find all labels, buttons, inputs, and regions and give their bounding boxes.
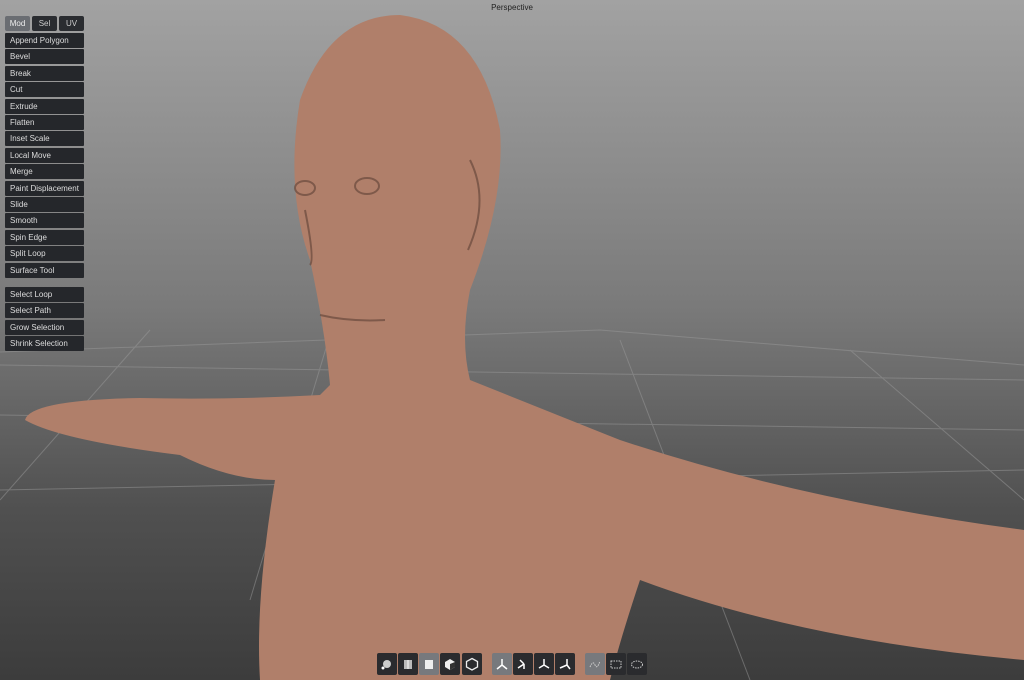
face-mode-icon [425,660,433,669]
tool-select-loop-button[interactable]: Select Loop [5,287,84,302]
screen-axis-button[interactable] [555,653,575,675]
local-axis-button[interactable] [513,653,533,675]
normal-axis-icon [538,659,550,669]
vertex-mode-icon [381,660,391,670]
viewport-title: Perspective [491,3,533,12]
tab-uv[interactable]: UV [59,16,84,31]
local-axis-icon [517,659,525,669]
tool-shrink-selection-button[interactable]: Shrink Selection [5,336,84,352]
tool-break-button[interactable]: Break [5,65,84,81]
rect-select-button[interactable] [606,653,626,675]
normal-axis-button[interactable] [534,653,554,675]
tool-flatten-button[interactable]: Flatten [5,115,84,130]
tool-slide-button[interactable]: Slide [5,197,84,212]
world-axis-icon [496,659,508,670]
object-mode-button[interactable] [440,653,460,675]
edge-mode-button[interactable] [398,653,418,675]
tool-smooth-button[interactable]: Smooth [5,213,84,229]
viewport-3d[interactable] [0,0,1024,680]
tool-surface-tool-button[interactable]: Surface Tool [5,262,84,278]
lasso-select-button[interactable] [585,653,605,675]
object-mode-icon [445,659,455,670]
tab-sel[interactable]: Sel [32,16,57,31]
tool-split-loop-button[interactable]: Split Loop [5,246,84,262]
world-axis-button[interactable] [492,653,512,675]
tool-append-polygon-button[interactable]: Append Polygon [5,33,84,48]
rect-select-icon [610,660,622,669]
screen-axis-icon [559,659,571,670]
vertex-mode-button[interactable] [377,653,397,675]
tool-select-path-button[interactable]: Select Path [5,303,84,319]
edge-mode-icon [404,660,412,669]
tool-cut-button[interactable]: Cut [5,82,84,98]
tool-grow-selection-button[interactable]: Grow Selection [5,319,84,335]
tool-inset-scale-button[interactable]: Inset Scale [5,131,84,147]
tool-bevel-button[interactable]: Bevel [5,49,84,65]
character-mesh[interactable] [25,15,1024,680]
mode-tabs: Mod Sel UV [5,16,84,31]
tool-local-move-button[interactable]: Local Move [5,147,84,163]
tool-merge-button[interactable]: Merge [5,164,84,180]
hull-mode-button[interactable] [462,653,482,675]
ellipse-select-icon [631,660,643,669]
tab-mod[interactable]: Mod [5,16,30,31]
ellipse-select-button[interactable] [627,653,647,675]
lasso-select-icon [589,660,601,668]
tool-paint-displacement-button[interactable]: Paint Displacement [5,180,84,196]
face-mode-button[interactable] [419,653,439,675]
tool-spin-edge-button[interactable]: Spin Edge [5,229,84,245]
hull-mode-icon [465,657,479,671]
tool-extrude-button[interactable]: Extrude [5,98,84,114]
